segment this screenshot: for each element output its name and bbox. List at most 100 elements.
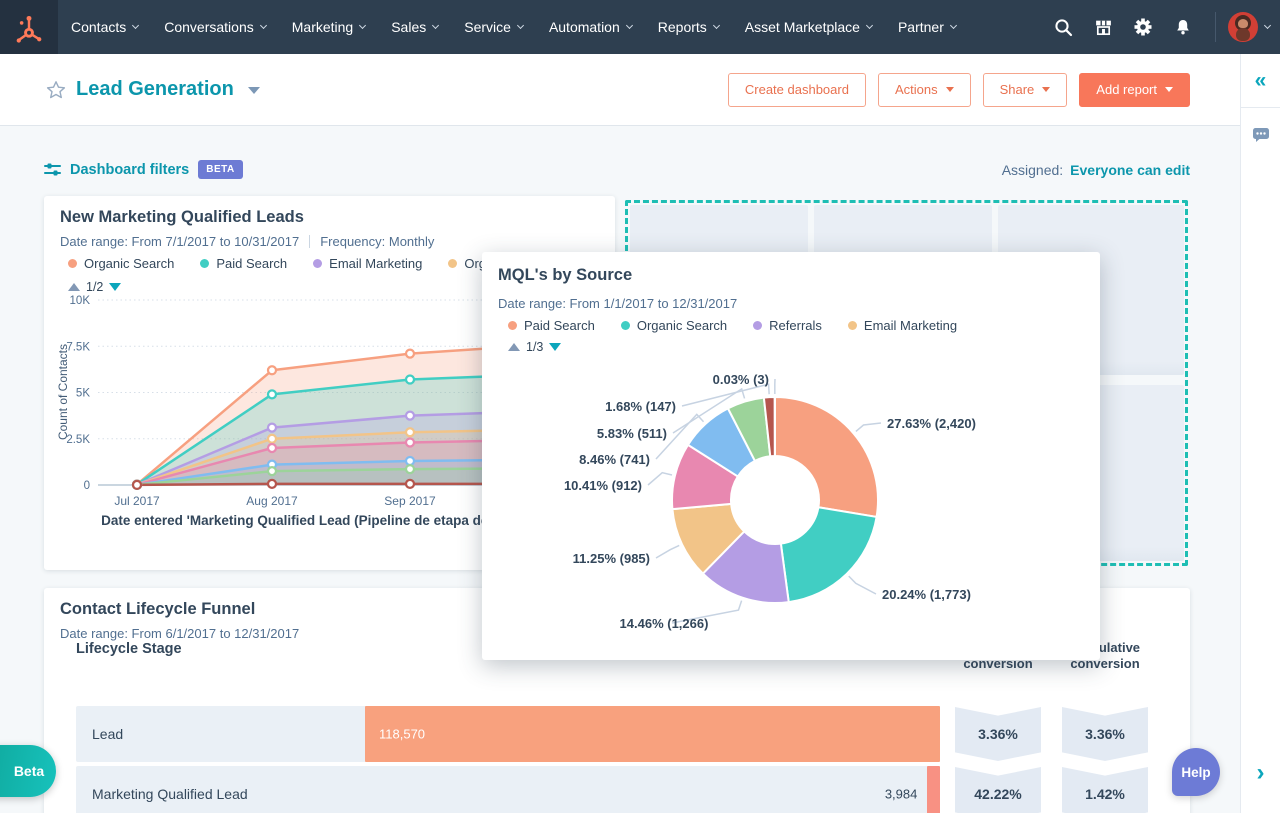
cumulative-conversion-badge: 1.42% — [1062, 767, 1148, 813]
marketplace-icon[interactable] — [1083, 0, 1123, 54]
nav-item-contacts[interactable]: Contacts — [58, 0, 151, 54]
chart-legend: Paid Search Organic Search Referrals Email … — [508, 318, 957, 333]
data-point[interactable] — [406, 480, 414, 488]
legend-item[interactable]: Organic Search — [621, 318, 727, 333]
create-dashboard-button[interactable]: Create dashboard — [728, 73, 866, 107]
search-icon[interactable] — [1043, 0, 1083, 54]
funnel-bar[interactable]: 118,570 — [365, 706, 940, 762]
nav-item-sales[interactable]: Sales — [378, 0, 451, 54]
data-point[interactable] — [268, 444, 276, 452]
hubspot-logo[interactable] — [0, 0, 58, 54]
nav-item-marketing[interactable]: Marketing — [279, 0, 378, 54]
chevron-down-icon — [432, 22, 439, 29]
y-tick-label: 10K — [70, 295, 91, 307]
pager-value: 1/3 — [526, 340, 543, 354]
pager-up-icon[interactable] — [68, 283, 80, 291]
pager-down-icon[interactable] — [549, 343, 561, 351]
nav-item-automation[interactable]: Automation — [536, 0, 645, 54]
comment-icon[interactable] — [1241, 108, 1280, 162]
slice-label: 0.03% (3) — [713, 372, 769, 387]
pager-up-icon[interactable] — [508, 343, 520, 351]
assigned-label: Assigned: — [1002, 162, 1063, 178]
nav-item-asset-marketplace[interactable]: Asset Marketplace — [732, 0, 885, 54]
funnel-row: Lead118,5703.36%3.36% — [76, 706, 1190, 762]
slice-label: 14.46% (1,266) — [620, 616, 709, 631]
pager-down-icon[interactable] — [109, 283, 121, 291]
data-point[interactable] — [268, 480, 276, 488]
chevron-down-icon — [713, 22, 720, 29]
actions-button[interactable]: Actions — [878, 73, 971, 107]
page-header: Lead Generation Create dashboard Actions… — [0, 54, 1240, 126]
slice-label: 8.46% (741) — [579, 452, 650, 467]
notifications-icon[interactable] — [1163, 0, 1203, 54]
help-button[interactable]: Help — [1172, 748, 1220, 796]
chevron-down-icon — [517, 22, 524, 29]
legend-dot-icon — [68, 259, 77, 268]
caret-down-icon — [946, 87, 954, 92]
slice-label: 1.68% (147) — [605, 399, 676, 414]
legend-item[interactable]: Email Marketing — [848, 318, 957, 333]
legend-item[interactable]: Organic Search — [68, 256, 174, 271]
y-tick-label: 5K — [76, 388, 90, 400]
data-point[interactable] — [268, 467, 276, 475]
date-range: Date range: From 6/1/2017 to 12/31/2017 — [60, 626, 299, 641]
data-point[interactable] — [268, 424, 276, 432]
data-point[interactable] — [406, 350, 414, 358]
nav-item-reports[interactable]: Reports — [645, 0, 732, 54]
report-title: Contact Lifecycle Funnel — [60, 600, 255, 619]
account-menu[interactable] — [1228, 12, 1270, 42]
nav-item-conversations[interactable]: Conversations — [151, 0, 279, 54]
pie-slice[interactable] — [775, 397, 878, 517]
avatar — [1228, 12, 1258, 42]
legend-item[interactable]: Paid Search — [508, 318, 595, 333]
data-point[interactable] — [133, 481, 141, 489]
cumulative-conversion-badge: 3.36% — [1062, 707, 1148, 761]
chevron-down-icon — [359, 22, 366, 29]
conversion-badge: 42.22% — [955, 767, 1041, 813]
legend-item[interactable]: Referrals — [753, 318, 822, 333]
favorite-star-icon[interactable] — [46, 80, 66, 100]
legend-item[interactable]: Email Marketing — [313, 256, 422, 271]
data-point[interactable] — [406, 412, 414, 420]
legend-dot-icon — [753, 321, 762, 330]
nav-menu: ContactsConversationsMarketingSalesServi… — [58, 0, 969, 54]
dashboard-filters-toggle[interactable]: Dashboard filters BETA — [44, 160, 243, 179]
legend-dot-icon — [848, 321, 857, 330]
chevron-down-icon — [626, 22, 633, 29]
legend-item[interactable]: Paid Search — [200, 256, 287, 271]
filter-sliders-icon — [44, 162, 61, 177]
add-report-button[interactable]: Add report — [1079, 73, 1190, 107]
collapse-sidebar-button[interactable]: « — [1241, 54, 1280, 108]
settings-icon[interactable] — [1123, 0, 1163, 54]
data-point[interactable] — [268, 366, 276, 374]
data-point[interactable] — [406, 428, 414, 436]
slice-label: 11.25% (985) — [573, 551, 650, 566]
nav-item-partner[interactable]: Partner — [885, 0, 969, 54]
pie-slice[interactable] — [781, 507, 877, 602]
data-point[interactable] — [406, 457, 414, 465]
data-point[interactable] — [406, 438, 414, 446]
caret-down-icon — [1165, 87, 1173, 92]
legend-dot-icon — [200, 259, 209, 268]
x-tick-label: Aug 2017 — [246, 494, 298, 508]
report-card-mql-by-source: MQL's by Source Date range: From 1/1/201… — [482, 252, 1100, 660]
y-tick-label: 0 — [84, 480, 90, 492]
chevron-down-icon — [950, 22, 957, 29]
slice-label: 20.24% (1,773) — [882, 587, 971, 602]
data-point[interactable] — [268, 390, 276, 398]
y-axis-label: Count of Contacts — [56, 344, 70, 440]
assigned-value-link[interactable]: Everyone can edit — [1070, 162, 1190, 178]
nav-item-service[interactable]: Service — [451, 0, 536, 54]
title-dropdown-icon[interactable] — [248, 87, 260, 94]
x-tick-label: Jul 2017 — [114, 494, 160, 508]
slice-label: 27.63% (2,420) — [887, 416, 976, 431]
funnel-row: Marketing Qualified Lead3,98442.22%1.42% — [76, 766, 1190, 813]
forward-chevron-icon[interactable]: › — [1241, 759, 1280, 787]
data-point[interactable] — [268, 435, 276, 443]
funnel-bar[interactable] — [927, 766, 940, 813]
share-button[interactable]: Share — [983, 73, 1068, 107]
data-point[interactable] — [406, 465, 414, 473]
chevron-down-icon — [1264, 22, 1271, 29]
beta-pill-button[interactable]: Beta — [0, 745, 56, 797]
data-point[interactable] — [406, 376, 414, 384]
